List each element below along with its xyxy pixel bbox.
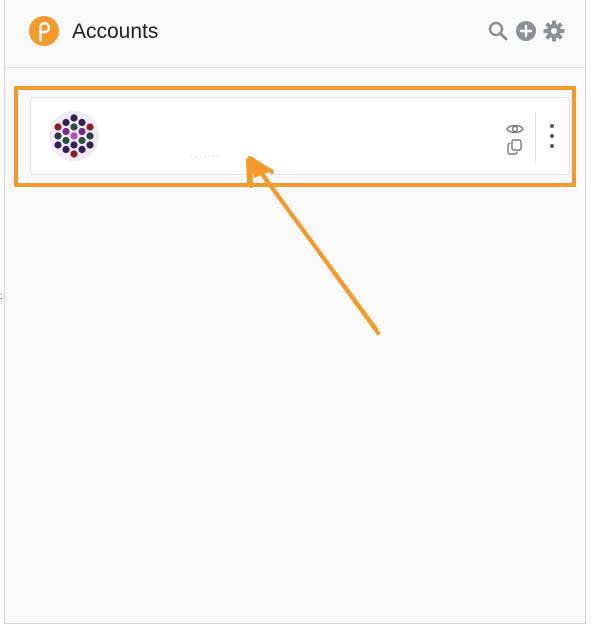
page-title: Accounts <box>72 20 159 43</box>
search-icon <box>488 21 508 41</box>
edge-mark: : <box>0 291 3 302</box>
vertical-dots-icon[interactable] <box>542 118 562 154</box>
header-bar: Accounts <box>5 0 585 68</box>
copy-icon[interactable] <box>507 139 523 155</box>
gear-icon <box>543 20 565 42</box>
plus-circle-icon <box>516 21 536 41</box>
account-address: . , . . . . . <box>191 153 220 159</box>
extension-popup: Accounts . , . . . . . <box>4 0 586 624</box>
identicon-icon <box>49 111 99 161</box>
eye-icon[interactable] <box>506 122 524 136</box>
account-actions <box>501 116 529 158</box>
polkadot-logo-icon <box>29 16 59 46</box>
header-actions <box>487 20 565 42</box>
card-divider <box>535 112 536 162</box>
add-account-button[interactable] <box>515 20 537 42</box>
settings-button[interactable] <box>543 20 565 42</box>
search-button[interactable] <box>487 20 509 42</box>
account-card[interactable]: . , . . . . . <box>30 97 570 175</box>
